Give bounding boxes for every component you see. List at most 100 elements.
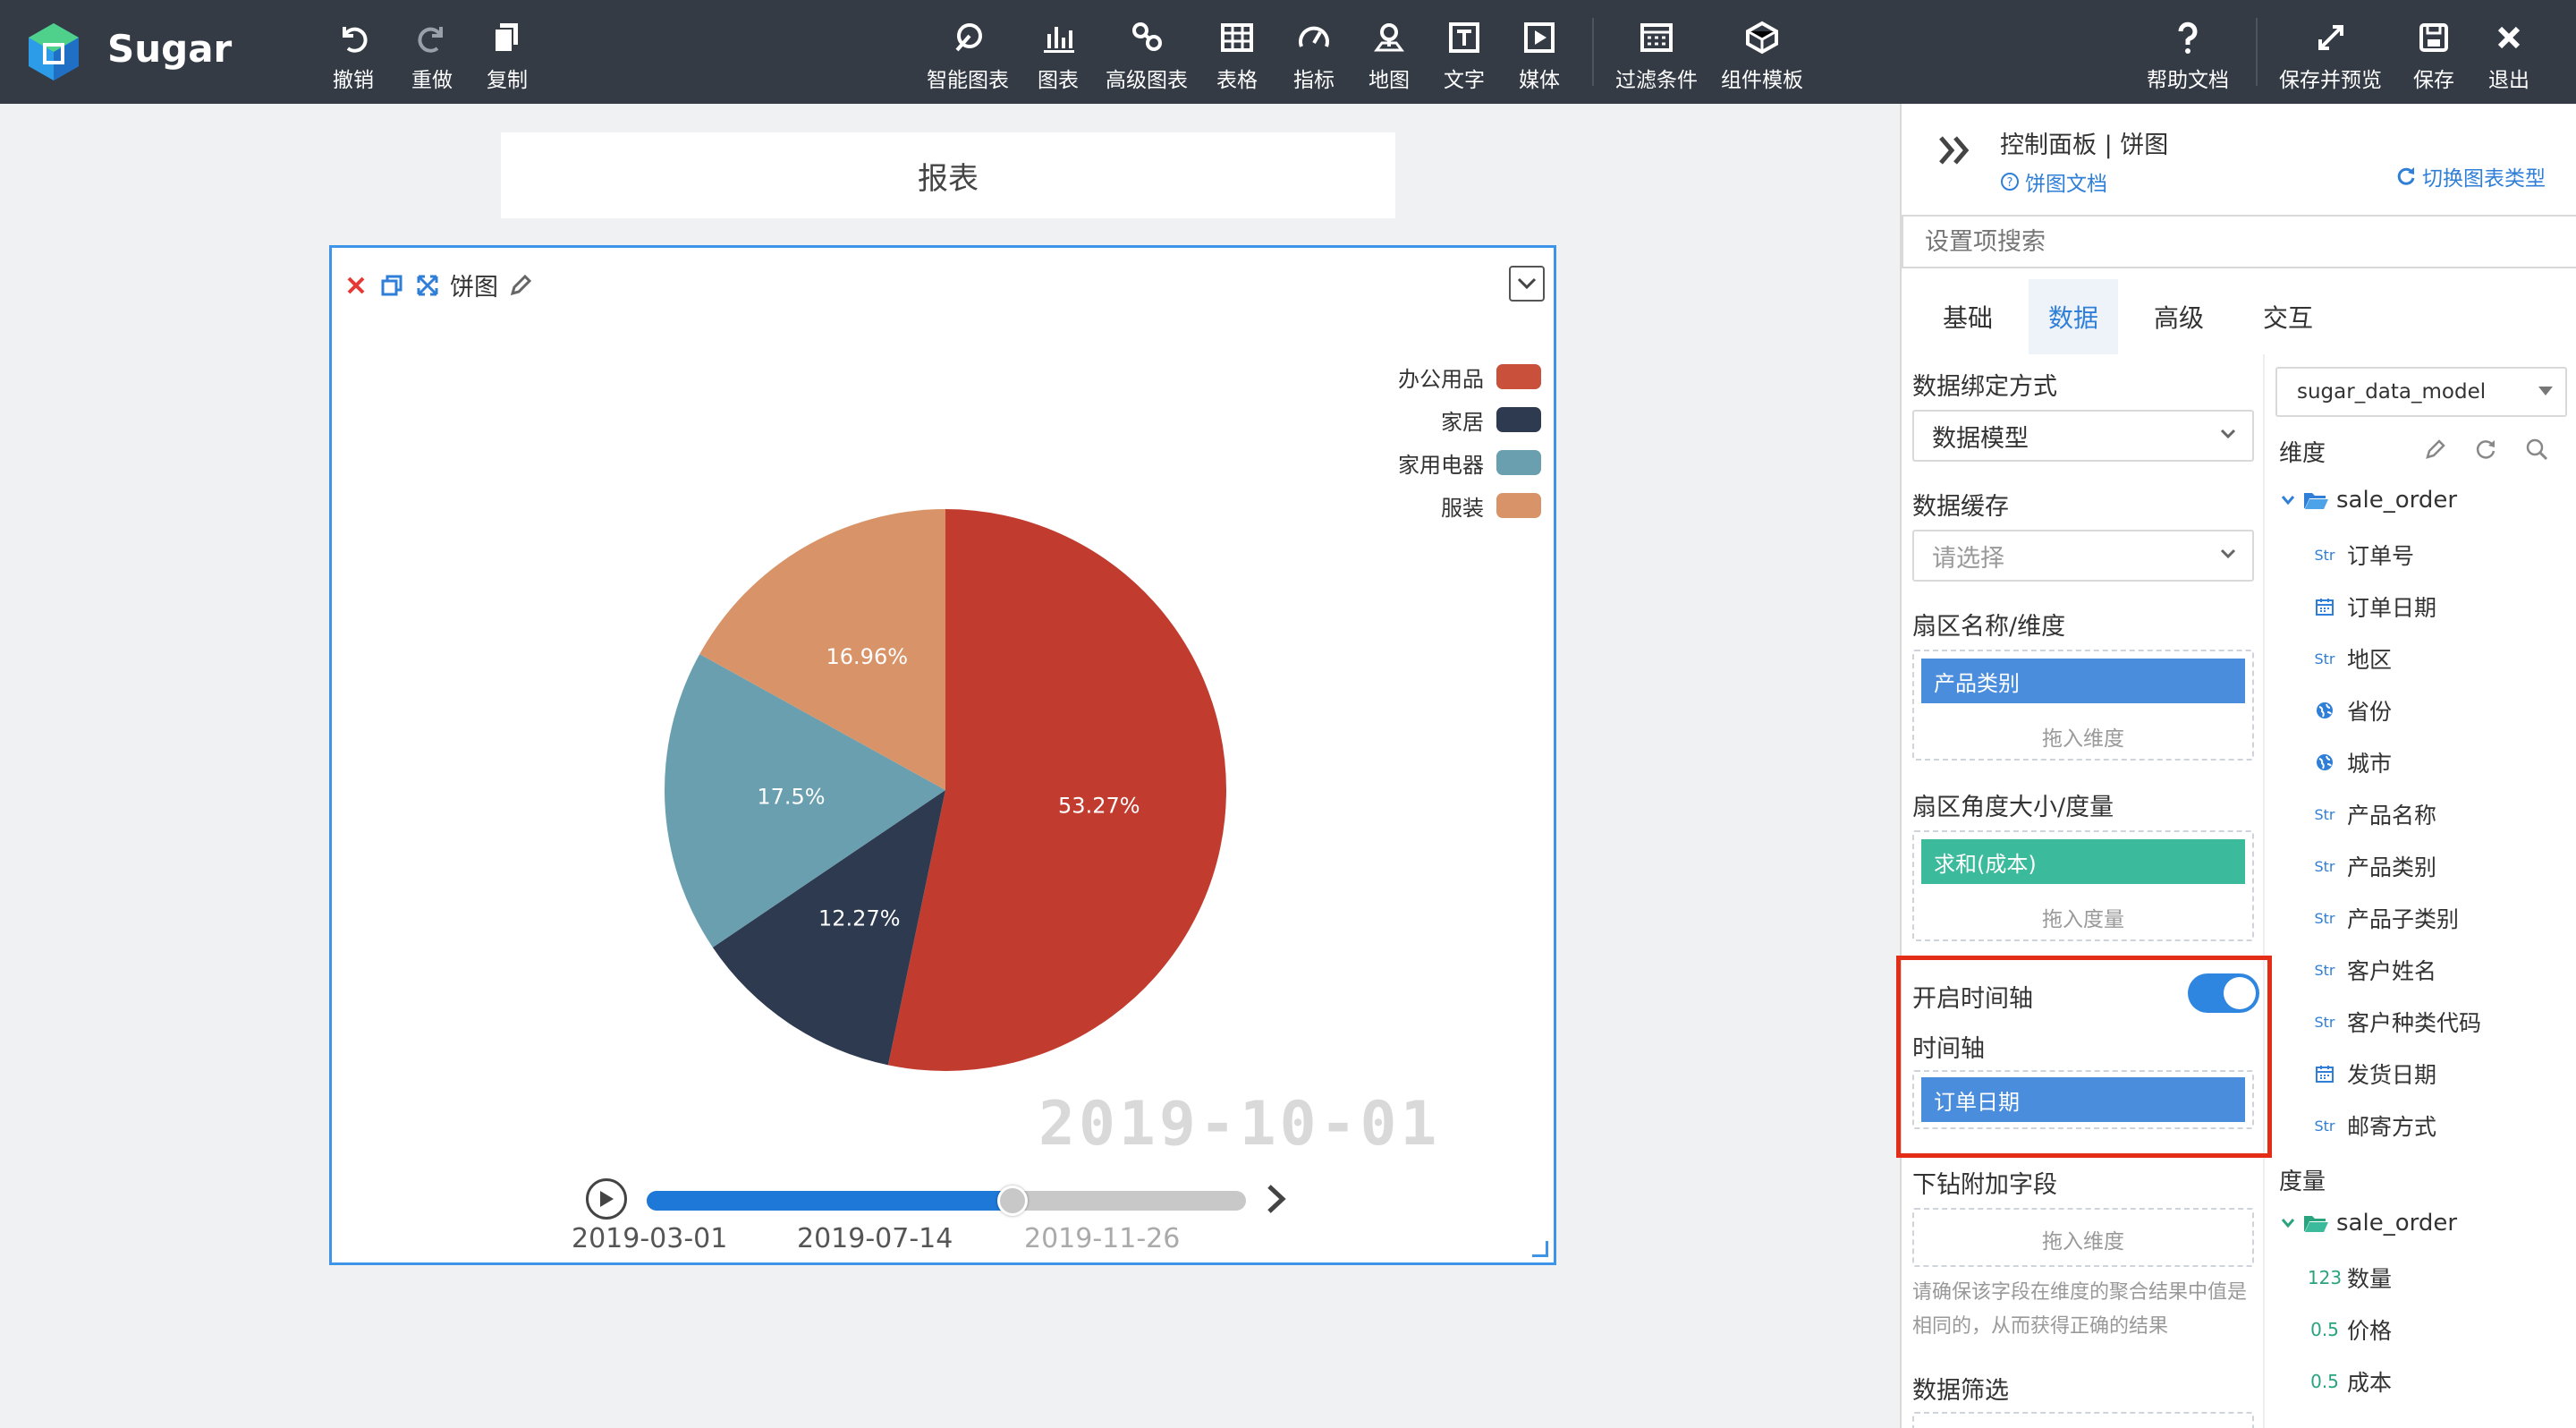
tab-advanced[interactable]: 高级 [2131,279,2227,354]
indicator-label: 指标 [1293,69,1335,92]
sector-dimension-dropzone[interactable]: 产品类别 拖入维度 [1912,650,2254,761]
switch-chart-type-button[interactable]: 切换图表类型 [2395,161,2546,191]
data-filter-box[interactable] [1912,1412,2254,1428]
save-icon [2414,18,2453,57]
tab-interaction[interactable]: 交互 [2240,279,2336,354]
dimension-field[interactable]: 省份 [2311,694,2392,727]
table-button[interactable]: 表格 [1216,18,1258,93]
tab-basic[interactable]: 基础 [1919,279,2016,354]
dimension-field[interactable]: 发货日期 [2311,1058,2436,1090]
text-button[interactable]: 文字 [1444,18,1485,93]
advanced-chart-button[interactable]: 高级图表 [1106,18,1188,93]
measure-field[interactable]: 123 数量 [2307,1262,2392,1294]
dimension-tools [2424,437,2549,462]
dimension-field[interactable]: 城市 [2311,746,2392,778]
string-type-icon: Str [2314,961,2335,979]
timeline-track[interactable] [647,1186,1246,1216]
help-docs-button[interactable]: 帮助文档 [2147,18,2229,93]
drill-dropzone[interactable]: 拖入维度 [1912,1208,2254,1267]
smart-chart-button[interactable]: 智能图表 [927,18,1009,93]
timeline-next-button[interactable] [1258,1178,1294,1220]
dimension-field[interactable]: Str 地区 [2311,642,2392,675]
search-icon[interactable] [2524,437,2549,462]
sector-measure-label: 扇区角度大小/度量 [1912,794,2114,821]
measure-field[interactable]: 0.5 成本 [2310,1365,2392,1398]
data-filter-label: 数据筛选 [1912,1377,2009,1405]
copy-label: 复制 [487,69,528,92]
dimension-field[interactable]: Str 产品类别 [2311,850,2436,882]
dimension-field[interactable]: 订单日期 [2311,591,2436,623]
media-button[interactable]: 媒体 [1519,18,1560,93]
edit-pencil-icon[interactable] [2424,438,2447,461]
tab-data[interactable]: 数据 [2029,279,2118,354]
toolbar-separator [1592,18,1594,86]
string-type-icon: Str [2314,909,2335,927]
media-label: 媒体 [1519,69,1560,92]
dimension-table-node[interactable]: sale_order [2281,487,2457,514]
timeline-tick-label: 2019-07-14 [797,1223,953,1254]
pie-chart-card[interactable]: 饼图 办公用品 家居 家用电器 服装 53.27% 12.27% 17.5% 16.9… [329,245,1556,1265]
field-name: 客户姓名 [2347,958,2437,984]
refresh-icon [2397,167,2415,185]
refresh-icon[interactable] [2474,438,2497,461]
map-button[interactable]: 地图 [1368,18,1410,93]
save-preview-button[interactable]: 保存并预览 [2279,18,2382,93]
top-toolbar: Sugar 撤销 重做 复制 智能图表 图表 高级图表 表格 指标 地图 文字 … [0,0,2576,104]
dimension-table-name: sale_order [2336,487,2458,514]
advanced-chart-label: 高级图表 [1106,69,1188,92]
chevron-down-icon [2220,548,2236,559]
toolbar-separator [2256,18,2258,86]
control-panel: 控制面板 | 饼图 ? 饼图文档 切换图表类型 基础 数据 高级 交互 数据绑定… [1900,104,2576,1428]
measure-table-name: sale_order [2336,1210,2458,1237]
dimension-field[interactable]: Str 产品子类别 [2311,902,2459,934]
dimension-field[interactable]: Str 客户种类代码 [2311,1006,2481,1038]
data-model-select[interactable]: sugar_data_model [2275,367,2567,417]
field-name: 邮寄方式 [2347,1114,2437,1140]
play-icon [600,1191,614,1207]
dimension-field[interactable]: Str 客户姓名 [2311,954,2436,986]
undo-button[interactable]: 撤销 [333,18,374,93]
dimension-pill[interactable]: 产品类别 [1921,659,2245,703]
report-title: 报表 [918,160,979,197]
save-button[interactable]: 保存 [2413,18,2454,93]
timeline-handle[interactable] [996,1186,1028,1216]
binding-mode-select[interactable]: 数据模型 [1912,410,2254,462]
numeric-type-icon: 123 [2307,1267,2343,1288]
dimension-field[interactable]: Str 邮寄方式 [2311,1109,2436,1142]
timeline-play-button[interactable] [586,1178,627,1220]
component-template-label: 组件模板 [1721,69,1803,92]
dimension-field[interactable]: Str 产品名称 [2311,798,2436,830]
sector-dimension-label: 扇区名称/维度 [1912,613,2066,641]
smart-chart-icon [948,18,987,57]
measure-field[interactable]: 0.5 价格 [2310,1313,2392,1346]
pie-doc-link[interactable]: ? 饼图文档 [2000,166,2107,197]
close-icon [2489,18,2529,57]
indicator-button[interactable]: 指标 [1293,18,1335,93]
data-cache-select[interactable]: 请选择 [1912,530,2254,582]
dimension-field[interactable]: Str 订单号 [2311,539,2414,571]
sugar-logo-icon [29,23,79,81]
sector-measure-dropzone[interactable]: 求和(成本) 拖入度量 [1912,830,2254,941]
settings-search-input[interactable] [1902,215,2576,268]
map-label: 地图 [1368,69,1410,92]
filter-button[interactable]: 过滤条件 [1615,18,1698,93]
drill-note: 请确保该字段在维度的聚合结果中值是相同的，从而获得正确的结果 [1912,1281,2248,1338]
string-type-icon: Str [2314,805,2335,823]
resize-handle[interactable] [1532,1241,1548,1257]
measure-table-node[interactable]: sale_order [2281,1210,2457,1237]
report-title-card[interactable]: 报表 [501,132,1395,218]
field-name: 城市 [2347,751,2393,777]
string-type-icon: Str [2314,1013,2335,1031]
collapse-panel-button[interactable] [1937,134,1973,170]
exit-button[interactable]: 退出 [2488,18,2529,93]
calendar-icon [2311,596,2338,617]
measure-pill[interactable]: 求和(成本) [1921,839,2245,884]
chart-button[interactable]: 图表 [1038,18,1079,93]
chevron-down-icon [2220,429,2236,439]
copy-button[interactable]: 复制 [487,18,528,93]
component-template-button[interactable]: 组件模板 [1721,18,1803,93]
map-pin-icon [1369,18,1409,57]
data-cache-value: 请选择 [1932,544,2004,573]
field-name: 订单日期 [2347,595,2437,621]
redo-button[interactable]: 重做 [411,18,453,93]
